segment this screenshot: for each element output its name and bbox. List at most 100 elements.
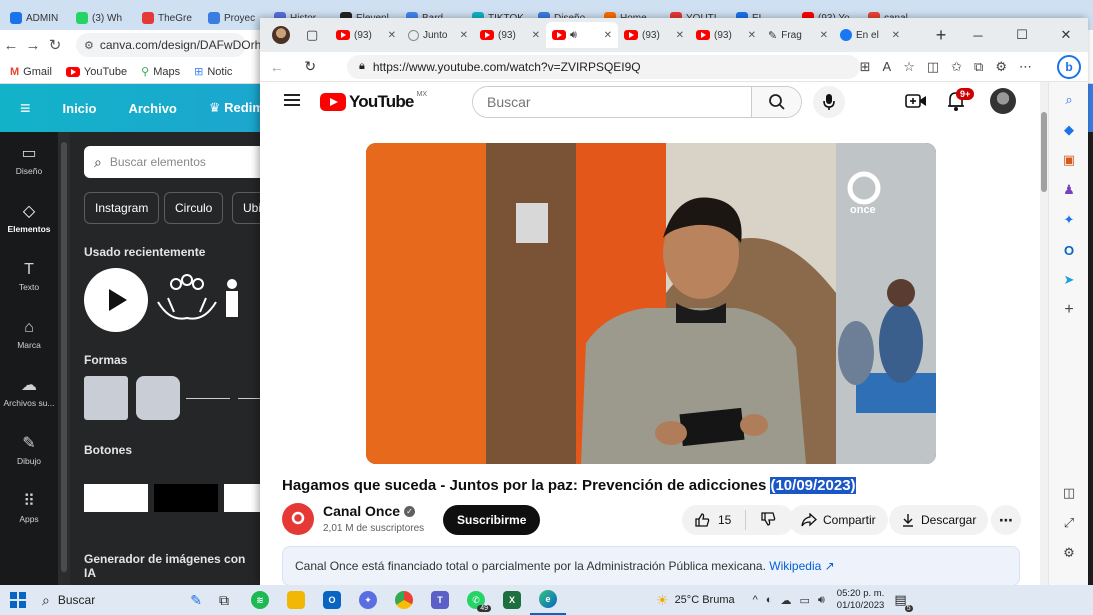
excel-app[interactable]: X <box>494 585 530 615</box>
back-tab[interactable]: Proyec <box>202 6 268 30</box>
expand-icon[interactable]: ⤢ <box>1061 515 1077 531</box>
tag-icon[interactable]: ◆ <box>1061 122 1077 138</box>
forward-arrow-icon[interactable]: → <box>22 37 44 54</box>
rail-item-diseño[interactable]: ▭ Diseño <box>0 132 58 190</box>
video-player[interactable]: once <box>366 143 936 464</box>
favorites-icon[interactable]: ✩ <box>951 59 962 75</box>
back-arrow-icon[interactable]: ← <box>260 59 294 75</box>
site-info-icon[interactable]: ⚙ <box>84 39 94 52</box>
bookmark-noticias[interactable]: ⊞ Notic <box>194 65 232 79</box>
new-tab-icon[interactable]: + <box>926 25 956 46</box>
edge-tab[interactable]: (93) ✕ <box>474 22 546 48</box>
workspaces-button[interactable]: ▢ <box>300 22 330 48</box>
button-sample-white-2[interactable] <box>224 484 260 512</box>
chrome-app[interactable] <box>386 585 422 615</box>
chevron-up-icon[interactable]: ^ <box>753 594 758 607</box>
start-button[interactable] <box>0 592 36 608</box>
rail-item-marca[interactable]: ⌂ Marca <box>0 306 58 364</box>
people-hands-icon[interactable] <box>154 272 220 328</box>
reload-icon[interactable]: ↻ <box>294 58 328 75</box>
chip-circulo[interactable]: Circulo <box>164 192 224 224</box>
task-view-button[interactable]: ⧉ <box>206 585 242 615</box>
scrollbar-thumb[interactable] <box>61 142 67 572</box>
back-tab[interactable]: ADMIN <box>4 6 70 30</box>
close-tab-icon[interactable]: ✕ <box>676 30 684 41</box>
taskbar-search[interactable]: ⌕ Buscar ✎ <box>36 585 206 615</box>
add-sidebar-app-icon[interactable]: + <box>1061 301 1077 318</box>
edge-tab[interactable]: En el ✕ <box>834 22 906 48</box>
favorite-star-icon[interactable]: ☆ <box>903 59 915 75</box>
shape-rounded-square[interactable] <box>136 376 180 420</box>
subscribe-button[interactable]: Suscribirme <box>443 505 541 535</box>
close-tab-icon[interactable]: ✕ <box>820 30 828 41</box>
channel-avatar[interactable] <box>282 503 314 535</box>
hamburger-menu-icon[interactable] <box>284 94 300 106</box>
edge-tab[interactable]: (93) ✕ <box>618 22 690 48</box>
wikipedia-link[interactable]: Wikipedia ↗ <box>769 559 834 573</box>
person-figure-icon[interactable] <box>220 278 244 318</box>
bookmark-youtube[interactable]: YouTube <box>65 66 127 78</box>
chip-instagram[interactable]: Instagram <box>84 192 160 224</box>
shape-line-2[interactable] <box>238 398 260 399</box>
maximize-icon[interactable]: ☐ <box>1000 27 1044 43</box>
create-video-button[interactable] <box>905 92 927 113</box>
edge-tab[interactable]: Junto ✕ <box>402 22 474 48</box>
chip-ubi[interactable]: Ubi <box>232 192 260 224</box>
sidebar-panel-icon[interactable]: ◫ <box>1061 485 1077 501</box>
reload-icon[interactable]: ↻ <box>44 36 66 54</box>
audio-playing-icon[interactable]: 🔊︎ <box>570 29 577 42</box>
cloud-icon[interactable]: ☁ <box>780 594 791 607</box>
back-tab[interactable]: (3) Wh <box>70 6 136 30</box>
extensions-icon[interactable]: ⚙ <box>995 59 1007 75</box>
rail-item-dibujo[interactable]: ✎ Dibujo <box>0 422 58 480</box>
edge-app[interactable]: e <box>530 585 566 615</box>
download-button[interactable]: Descargar <box>889 505 989 535</box>
close-tab-icon[interactable]: ✕ <box>748 30 756 41</box>
close-window-icon[interactable]: ✕ <box>1044 27 1088 43</box>
canva-menu-inicio[interactable]: Inicio <box>63 101 97 116</box>
more-icon[interactable]: ⋯ <box>1019 59 1032 75</box>
youtube-logo[interactable]: YouTube MX <box>320 91 427 112</box>
send-icon[interactable]: ➤ <box>1061 272 1077 288</box>
file-explorer-app[interactable] <box>278 585 314 615</box>
search-icon[interactable]: ⌕ <box>1061 92 1077 108</box>
spotify-app[interactable]: ≋ <box>242 585 278 615</box>
profile-button[interactable] <box>266 22 300 48</box>
clock[interactable]: 05:20 p. m. 01/10/2023 <box>837 588 885 612</box>
meet-icon[interactable]: ◐ <box>766 594 773 607</box>
bing-copilot-button[interactable]: b <box>1057 55 1081 79</box>
whatsapp-app[interactable]: ✆ 49 <box>458 585 494 615</box>
volume-icon[interactable]: 🔊︎ <box>818 594 825 607</box>
recent-play-element[interactable] <box>84 268 148 332</box>
outlook-app[interactable]: O <box>314 585 350 615</box>
copilot-icon[interactable]: ✦ <box>1061 212 1077 228</box>
back-address-bar[interactable]: ⚙ canva.com/design/DAFwDOrh <box>76 33 261 57</box>
edge-tab[interactable]: 🔊︎ ✕ <box>546 22 618 48</box>
close-tab-icon[interactable]: ✕ <box>532 30 540 41</box>
edge-tab[interactable]: ✎ Frag ✕ <box>762 22 834 48</box>
like-button[interactable]: 15 <box>694 512 731 528</box>
settings-gear-icon[interactable]: ⚙ <box>1061 545 1077 561</box>
close-tab-icon[interactable]: ✕ <box>892 30 900 41</box>
canva-menu-icon[interactable]: ≡ <box>20 98 31 119</box>
rail-item-apps[interactable]: ⠿ Apps <box>0 480 58 538</box>
rail-item-texto[interactable]: T Texto <box>0 248 58 306</box>
edge-address-bar[interactable]: 🔒︎ https://www.youtube.com/watch?v=ZVIRP… <box>347 54 860 79</box>
close-tab-icon[interactable]: ✕ <box>460 30 468 41</box>
bookmark-gmail[interactable]: M Gmail <box>10 66 52 78</box>
back-tab[interactable]: TheGre <box>136 6 202 30</box>
shape-line[interactable] <box>186 398 230 399</box>
back-arrow-icon[interactable]: ← <box>0 37 22 54</box>
more-actions-button[interactable]: ⋯ <box>991 505 1021 535</box>
toolbox-icon[interactable]: ▣ <box>1061 152 1077 168</box>
minimize-icon[interactable]: ─ <box>956 28 1000 43</box>
app-available-icon[interactable]: ⊞ <box>860 59 871 75</box>
canva-search-field[interactable]: ⌕ Buscar elementos <box>84 146 260 178</box>
bookmark-maps[interactable]: ⚲ Maps <box>141 65 180 79</box>
canva-menu-archivo[interactable]: Archivo <box>128 101 176 116</box>
teams-app[interactable]: T <box>422 585 458 615</box>
button-sample-black[interactable] <box>154 484 218 512</box>
weather-widget[interactable]: ☀ 25°C Bruma <box>656 592 735 609</box>
shape-square[interactable] <box>84 376 128 420</box>
rail-item-elementos[interactable]: ◇ Elementos <box>0 190 58 248</box>
